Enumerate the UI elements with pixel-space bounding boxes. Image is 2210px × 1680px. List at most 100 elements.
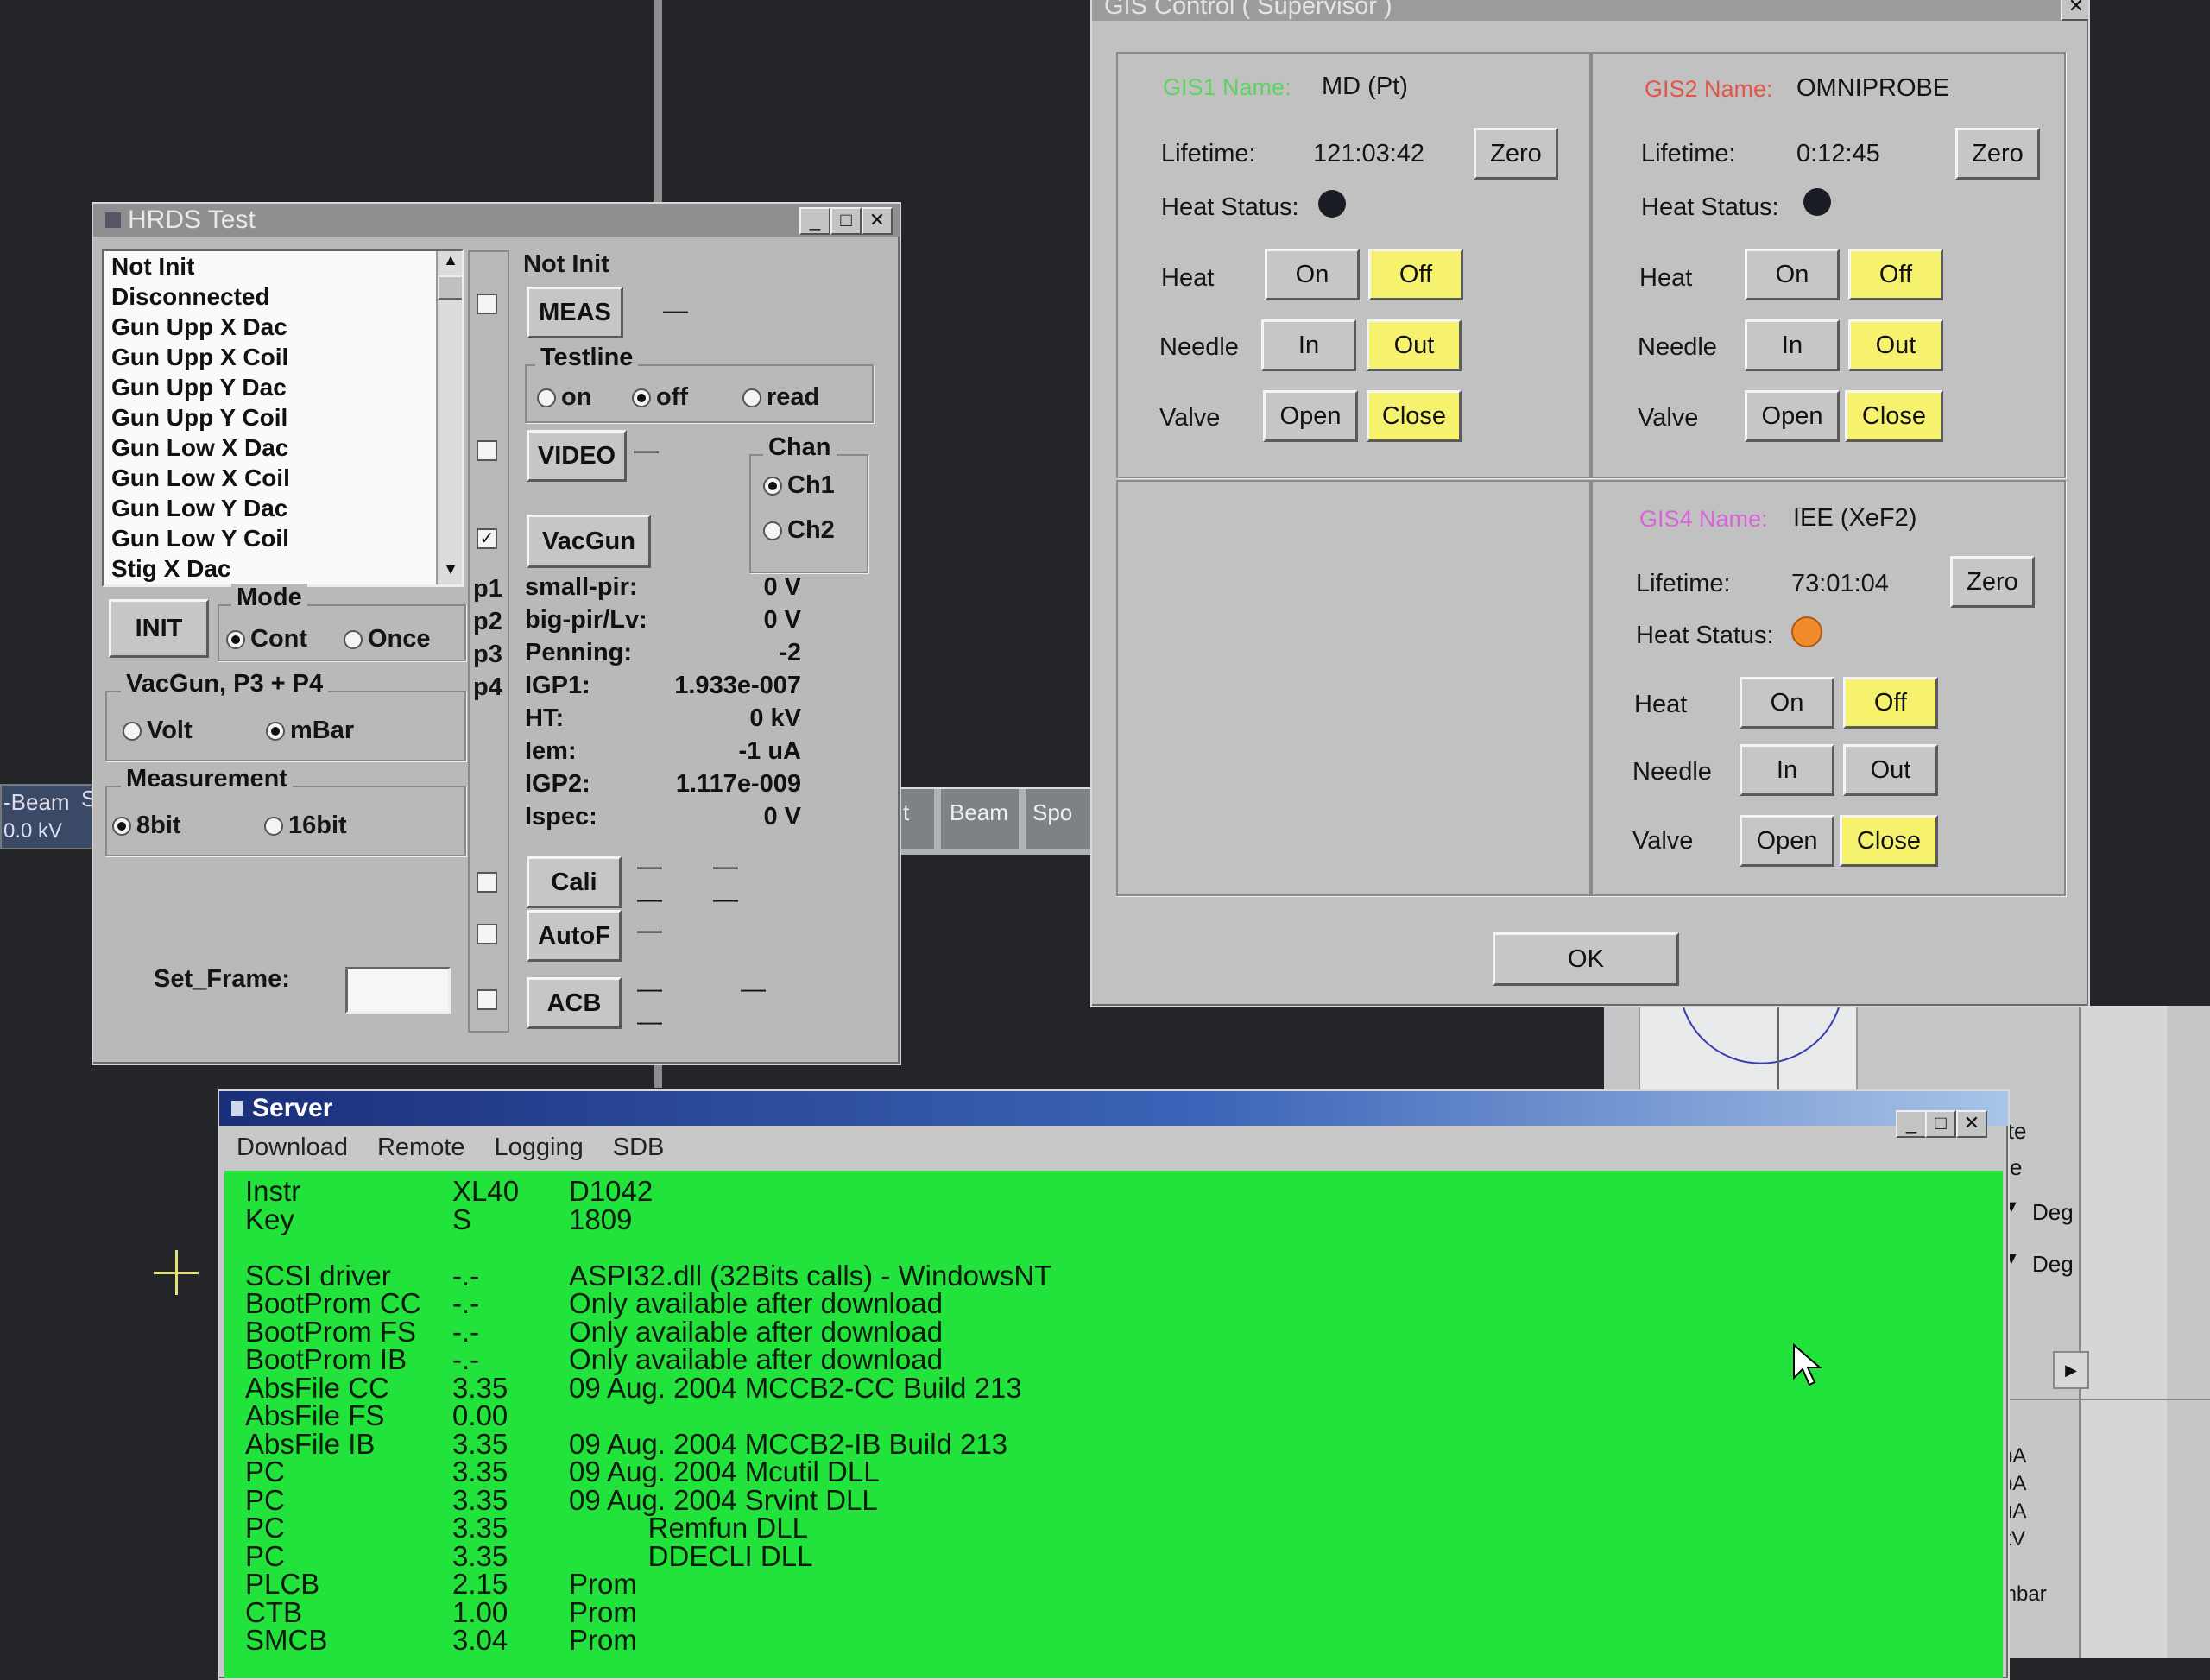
list-item[interactable]: Gun Upp Y Dac xyxy=(104,372,462,402)
scroll-down-icon[interactable]: ▼ xyxy=(438,560,462,584)
gis1-valve-close-button[interactable]: Close xyxy=(1367,390,1462,442)
cali-checkbox[interactable] xyxy=(477,872,497,893)
log-cell: PLCB xyxy=(245,1568,320,1600)
list-item[interactable]: Gun Low X Coil xyxy=(104,463,462,493)
gis4-heat-on-button[interactable]: On xyxy=(1740,677,1834,729)
deg-dropdown-1[interactable]: ▼ Deg xyxy=(2003,1194,2089,1232)
gis1-lifetime-label: Lifetime: xyxy=(1161,140,1256,167)
list-item[interactable]: Gun Low X Dac xyxy=(104,433,462,463)
log-row: Key S 1809 xyxy=(245,1205,2003,1235)
gis1-heat-off-button[interactable]: Off xyxy=(1368,249,1463,300)
video-checkbox[interactable] xyxy=(477,440,497,461)
gis-ok-button[interactable]: OK xyxy=(1493,932,1679,986)
menu-logging[interactable]: Logging xyxy=(495,1134,584,1162)
log-row: PC 3.35 Remfun DLL xyxy=(245,1512,2003,1544)
deg-dropdown-2[interactable]: ▼ Deg xyxy=(2003,1246,2089,1284)
gis4-valve-open-button[interactable]: Open xyxy=(1740,815,1834,867)
reading-value: 1.117e-009 xyxy=(675,770,801,798)
gis1-zero-button[interactable]: Zero xyxy=(1474,128,1558,180)
list-item[interactable]: Stig X Dac xyxy=(104,553,462,584)
video-button[interactable]: VIDEO xyxy=(527,430,627,482)
chan-ch1-radio[interactable]: Ch1 xyxy=(763,471,835,500)
testline-off-radio[interactable]: off xyxy=(632,383,688,412)
gis4-zero-button[interactable]: Zero xyxy=(1950,556,2035,608)
log-cell: Only available after download xyxy=(569,1287,943,1319)
list-item[interactable]: Gun Upp X Dac xyxy=(104,312,462,342)
acb-checkbox[interactable] xyxy=(477,989,497,1010)
set-frame-input[interactable] xyxy=(345,967,451,1014)
menu-download[interactable]: Download xyxy=(237,1134,348,1162)
chan-ch2-radio[interactable]: Ch2 xyxy=(763,516,835,545)
hrds-close-button[interactable]: ✕ xyxy=(862,207,893,235)
gis1-valve-label: Valve xyxy=(1159,404,1221,432)
vacgun-checkbox[interactable]: ✓ xyxy=(477,528,497,549)
gis-close-button[interactable]: ✕ xyxy=(2061,0,2088,21)
list-item[interactable]: Disconnected xyxy=(104,281,462,312)
log-cell: PC xyxy=(245,1456,285,1487)
scroll-right-button[interactable]: ▶ xyxy=(2053,1351,2089,1389)
log-cell: PC xyxy=(245,1512,285,1544)
gis2-needle-in-button[interactable]: In xyxy=(1745,319,1840,371)
mode-once-radio[interactable]: Once xyxy=(344,625,431,654)
hrds-minimize-button[interactable]: _ xyxy=(799,207,830,235)
tab-spot[interactable]: Spo xyxy=(1026,789,1095,849)
list-item[interactable]: Gun Upp Y Coil xyxy=(104,402,462,433)
gis1-needle-out-button[interactable]: Out xyxy=(1367,319,1462,371)
gis2-zero-button[interactable]: Zero xyxy=(1955,128,2040,180)
gis2-valve-close-button[interactable]: Close xyxy=(1845,390,1943,442)
testline-read-radio[interactable]: read xyxy=(742,383,819,412)
list-item[interactable]: Not Init xyxy=(104,251,462,281)
scroll-thumb[interactable] xyxy=(438,275,462,300)
cali-button[interactable]: Cali xyxy=(527,856,622,908)
cali-readout-2: — xyxy=(713,853,738,881)
measurement-16bit-radio[interactable]: 16bit xyxy=(264,812,347,840)
gis1-heat-on-button[interactable]: On xyxy=(1265,249,1360,300)
gis4-valve-close-button[interactable]: Close xyxy=(1840,815,1938,867)
list-item[interactable]: Gun Low Y Dac xyxy=(104,493,462,523)
acb-button[interactable]: ACB xyxy=(527,977,622,1029)
autof-checkbox[interactable] xyxy=(477,924,497,944)
reading-row: IGP2: 1.117e-009 xyxy=(525,770,870,803)
mode-cont-radio[interactable]: Cont xyxy=(226,625,307,654)
reading-value: 0 V xyxy=(763,573,801,601)
vacgun-mbar-radio[interactable]: mBar xyxy=(266,717,354,745)
server-log-area[interactable]: Instr XL40 D1042 Key S 1809 SCSI driver -.- ASPI… xyxy=(224,1171,2003,1678)
log-cell: SMCB xyxy=(245,1624,328,1656)
tab-t[interactable]: t xyxy=(898,789,934,849)
meas-button[interactable]: MEAS xyxy=(527,287,623,338)
list-item[interactable]: Gun Upp X Coil xyxy=(104,342,462,372)
tab-beam[interactable]: Beam xyxy=(941,789,1019,849)
vacgun-volt-radio[interactable]: Volt xyxy=(123,717,193,745)
gis2-valve-open-button[interactable]: Open xyxy=(1745,390,1840,442)
testline-on-radio[interactable]: on xyxy=(537,383,591,412)
gis1-needle-in-button[interactable]: In xyxy=(1261,319,1356,371)
menu-remote[interactable]: Remote xyxy=(377,1134,465,1162)
gis4-heat-label: Heat xyxy=(1634,691,1688,718)
scroll-up-icon[interactable]: ▲ xyxy=(438,251,462,275)
hrds-test-window: HRDS Test _ □ ✕ Not Init Disconnected Gun … xyxy=(92,202,901,1065)
log-cell: 3.35 xyxy=(452,1512,508,1544)
gis2-needle-out-button[interactable]: Out xyxy=(1848,319,1943,371)
gis2-heat-off-button[interactable]: Off xyxy=(1848,249,1943,300)
list-scrollbar[interactable]: ▲ ▼ xyxy=(436,251,462,584)
gis4-name-label: GIS4 Name: xyxy=(1639,506,1768,532)
log-cell: 3.04 xyxy=(452,1624,508,1656)
gis1-valve-open-button[interactable]: Open xyxy=(1263,390,1358,442)
hrds-channel-list[interactable]: Not Init Disconnected Gun Upp X Dac Gun Upp… xyxy=(102,249,464,587)
meas-checkbox[interactable] xyxy=(477,294,497,314)
list-item[interactable]: Gun Low Y Coil xyxy=(104,523,462,553)
gis2-heat-on-button[interactable]: On xyxy=(1745,249,1840,300)
vacgun-button[interactable]: VacGun xyxy=(527,515,651,568)
gis4-needle-in-button[interactable]: In xyxy=(1740,744,1834,796)
log-row: BootProm IB -.- Only available after downl… xyxy=(245,1345,2003,1374)
gis1-lifetime-value: 121:03:42 xyxy=(1313,140,1425,167)
log-cell: BootProm CC xyxy=(245,1287,421,1319)
gis4-heat-off-button[interactable]: Off xyxy=(1843,677,1938,729)
log-cell: SCSI driver xyxy=(245,1259,391,1292)
init-button[interactable]: INIT xyxy=(109,599,209,658)
menu-sdb[interactable]: SDB xyxy=(613,1134,665,1162)
measurement-8bit-radio[interactable]: 8bit xyxy=(112,812,181,840)
hrds-maximize-button[interactable]: □ xyxy=(830,207,862,235)
gis4-needle-out-button[interactable]: Out xyxy=(1843,744,1938,796)
autof-button[interactable]: AutoF xyxy=(527,910,622,962)
